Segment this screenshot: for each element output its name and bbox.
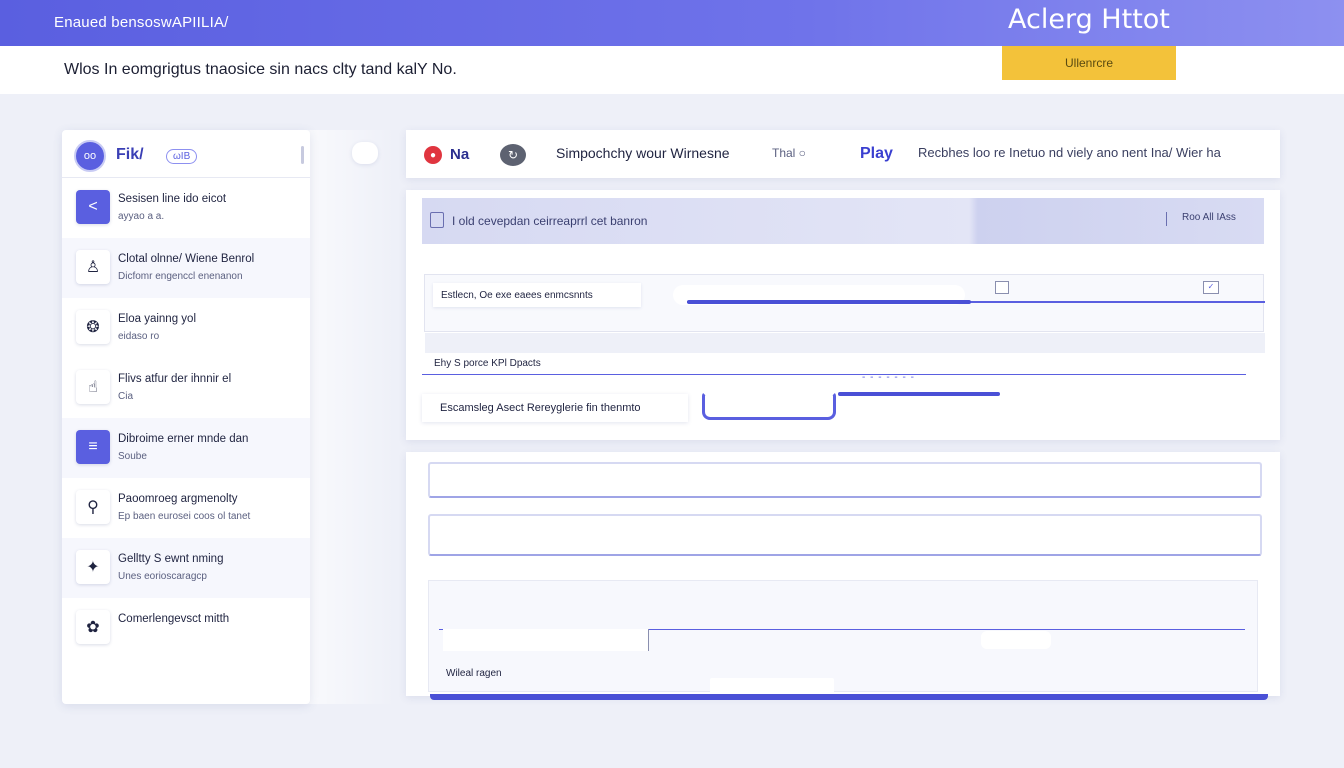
fingerprint-icon: ❂	[76, 310, 110, 344]
cta-button[interactable]: Ullenrcre	[1002, 46, 1176, 80]
form-row: Estlecn, Oe exe eaees enmcsnnts ✓	[424, 274, 1265, 353]
sidebar-badge: ωIB	[166, 149, 198, 164]
info-banner: I old cevepdan ceirreaprrl cet banron Ro…	[422, 198, 1264, 244]
field-label: Ehy S porce KPl Dpacts	[434, 358, 541, 369]
lower-card: Wileal ragen	[406, 452, 1280, 700]
row-subfield	[425, 333, 1265, 353]
sidebar-header: oo Fik/ ωIB	[62, 130, 310, 178]
divider	[1166, 212, 1167, 226]
banner-link[interactable]: Roo All IAss	[1182, 212, 1236, 223]
sidebar-item-title: Eloa yainng yol	[118, 313, 196, 325]
sidebar: oo Fik/ ωIB < Sesisen line ido eicot ayya…	[62, 130, 310, 704]
settings-icon: ✿	[76, 610, 110, 644]
slider-track[interactable]	[702, 392, 836, 420]
page-title: Simpochchy wour Wirnesne	[556, 145, 730, 161]
subheader-text: Wlos In eomgrigtus tnaosice sin nacs clt…	[64, 61, 457, 78]
sidebar-item-sub: Cia	[118, 391, 134, 402]
panel-footer-input[interactable]	[710, 678, 834, 694]
sidebar-item-sub: eidaso ro	[118, 331, 160, 342]
header-status: Thal ○	[772, 146, 806, 160]
header-description: Recbhes loo re Inetuo nd viely ano nent …	[918, 145, 1221, 160]
app-title: Enaued bensoswAPIILIA/	[54, 14, 229, 31]
text-input[interactable]	[428, 462, 1262, 498]
sidebar-brand: Fik/	[116, 146, 144, 163]
banner-text: I old cevepdan ceirreaprrl cet banron	[452, 214, 648, 228]
sidebar-item-title: Dibroime erner mnde dan	[118, 433, 249, 445]
sidebar-item-5[interactable]: ≡ Dibroime erner mnde dan Soube	[62, 418, 310, 478]
sidebar-item-sub: Soube	[118, 451, 147, 462]
scrollbar[interactable]	[301, 146, 304, 164]
avatar[interactable]: oo	[74, 140, 106, 172]
checkbox-checked[interactable]: ✓	[1203, 281, 1219, 294]
main-card: I old cevepdan ceirreaprrl cet banron Ro…	[406, 190, 1280, 440]
key-icon: ⚲	[76, 490, 110, 524]
sidebar-item-sub: Ep baen eurosei coos ol tanet	[118, 511, 251, 522]
row-label[interactable]: Estlecn, Oe exe eaees enmcsnnts	[433, 283, 641, 307]
refresh-icon[interactable]: ↻	[500, 144, 526, 166]
sidebar-item-title: Paoomroeg argmenolty	[118, 493, 238, 505]
play-button[interactable]: Play	[860, 145, 893, 163]
hand-icon: ☝	[76, 370, 110, 404]
brand-logo[interactable]: Aclerg Httot	[1008, 4, 1170, 35]
back-arrow-icon: <	[76, 190, 110, 224]
checkbox[interactable]	[995, 281, 1009, 294]
accent-bar	[430, 694, 1268, 700]
user-icon: ♙	[76, 250, 110, 284]
sidebar-item-2[interactable]: ♙ Clotal olnne/ Wiene Benrol Dicfomr enge…	[62, 238, 310, 298]
sidebar-item-title: Flivs atfur der ihnnir el	[118, 373, 232, 385]
runner-icon: ✦	[76, 550, 110, 584]
panel-label: Wileal ragen	[446, 668, 502, 679]
collapse-toggle[interactable]	[352, 142, 378, 164]
text-area[interactable]	[428, 514, 1262, 556]
progress-bar	[687, 300, 971, 304]
main-header: ● Na ↻ Simpochchy wour Wirnesne Thal ○ P…	[406, 130, 1280, 178]
dashed-separator: - - - - - - -	[862, 372, 915, 383]
action-button[interactable]: Escamsleg Asect Rereyglerie fin thenmto	[422, 394, 688, 422]
sidebar-shadow	[300, 130, 396, 704]
sidebar-item-6[interactable]: ⚲ Paoomroeg argmenolty Ep baen eurosei co…	[62, 478, 310, 538]
top-banner: Enaued bensoswAPIILIA/ Aclerg Httot	[0, 0, 1344, 46]
sidebar-item-title: Comerlengevsct mitth	[118, 613, 230, 625]
sidebar-item-title: Clotal olnne/ Wiene Benrol	[118, 253, 255, 265]
panel-chip[interactable]	[981, 631, 1051, 649]
sidebar-item-sub: ayyao a a.	[118, 211, 165, 222]
sidebar-item-7[interactable]: ✦ Gelltty S ewnt nming Unes eorioscaragcp	[62, 538, 310, 598]
sidebar-item-sub: Dicfomr engenccl enenanon	[118, 271, 243, 282]
alert-icon[interactable]: ●	[424, 146, 442, 164]
document-icon	[430, 212, 444, 228]
sidebar-item-4[interactable]: ☝ Flivs atfur der ihnnir el Cia	[62, 358, 310, 418]
menu-icon: ≡	[76, 430, 110, 464]
nested-panel	[428, 580, 1258, 692]
sidebar-item-title: Sesisen line ido eicot	[118, 193, 227, 205]
header-logo[interactable]: Na	[450, 146, 469, 163]
field-underline	[422, 374, 1246, 375]
sidebar-item-8[interactable]: ✿ Comerlengevsct mitth	[62, 598, 310, 658]
sidebar-item-3[interactable]: ❂ Eloa yainng yol eidaso ro	[62, 298, 310, 358]
sidebar-item-title: Gelltty S ewnt nming	[118, 553, 224, 565]
sidebar-item-sub: Unes eorioscaragcp	[118, 571, 207, 582]
slider-handle[interactable]	[838, 392, 1000, 396]
sidebar-item-1[interactable]: < Sesisen line ido eicot ayyao a a.	[62, 178, 310, 238]
panel-input[interactable]	[443, 629, 649, 651]
